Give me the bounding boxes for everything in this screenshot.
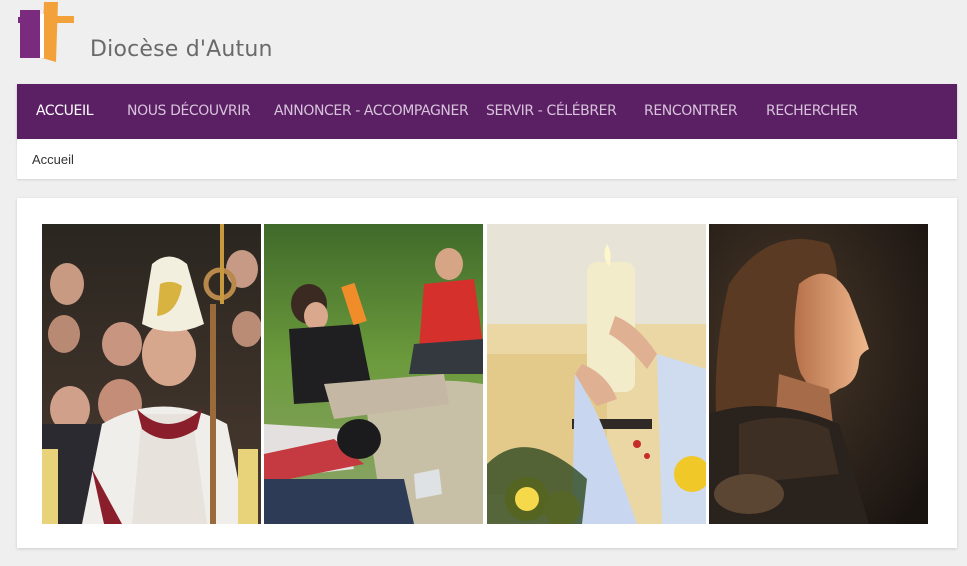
site-logo[interactable]: Diocèse d'Autun bbox=[18, 0, 278, 70]
cross-logo-icon bbox=[18, 2, 74, 62]
nav-item-annoncer-accompagner[interactable]: Annoncer - Accompagner bbox=[274, 84, 469, 139]
nav-item-nous-decouvrir[interactable]: Nous découvrir bbox=[127, 84, 251, 139]
breadcrumb: Accueil bbox=[17, 139, 957, 179]
site-name: Diocèse d'Autun bbox=[90, 37, 273, 62]
main-navigation: Accueil Nous découvrir Annoncer - Accomp… bbox=[17, 84, 957, 139]
nav-item-rechercher[interactable]: Rechercher bbox=[766, 84, 858, 139]
nav-item-servir-celebrer[interactable]: Servir - Célébrer bbox=[486, 84, 617, 139]
nav-item-accueil[interactable]: Accueil bbox=[36, 84, 94, 139]
photo-woman-profile[interactable] bbox=[709, 224, 928, 524]
nav-item-rencontrer[interactable]: Rencontrer bbox=[644, 84, 738, 139]
photo-bishop-procession[interactable] bbox=[42, 224, 261, 524]
photo-youth-outdoors[interactable] bbox=[264, 224, 483, 524]
photo-banner bbox=[17, 198, 957, 548]
breadcrumb-item-accueil[interactable]: Accueil bbox=[32, 152, 74, 167]
photo-paschal-candle[interactable] bbox=[487, 224, 706, 524]
